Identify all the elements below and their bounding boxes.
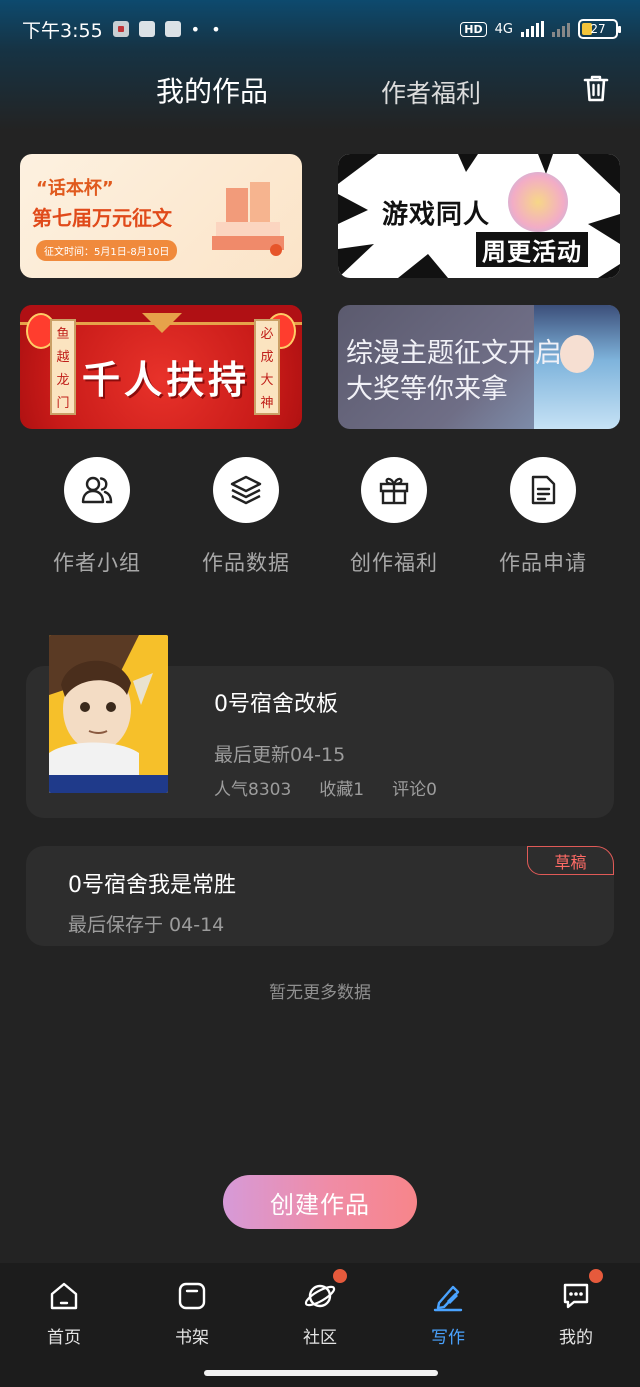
work-stats: 人气8303 收藏1 评论0 xyxy=(214,775,437,800)
quick-action-creation-benefits[interactable]: 创作福利 xyxy=(320,457,468,577)
quick-action-author-group[interactable]: 作者小组 xyxy=(23,457,171,577)
more-notifications-dots: • • xyxy=(190,19,224,39)
draft-badge: 草稿 xyxy=(554,852,587,872)
work-comments: 评论0 xyxy=(392,780,437,800)
books-illustration xyxy=(212,182,284,256)
tab-my-works[interactable]: 我的作品 xyxy=(156,70,268,110)
qa-circle[interactable] xyxy=(213,457,279,523)
banner-thousand-support[interactable]: 鱼 越 龙 门 必 成 大 神 千人扶持 xyxy=(20,305,302,429)
header: 我的作品 作者福利 xyxy=(0,62,640,114)
create-work-button[interactable]: 创建作品 xyxy=(223,1175,417,1229)
document-icon xyxy=(531,475,556,505)
app-notification-icon-2 xyxy=(164,21,181,37)
work-title: 0号宿舍改板 xyxy=(214,692,338,717)
banner-2-line2: 周更活动 xyxy=(476,232,588,267)
record-icon xyxy=(112,21,129,37)
banner-1-line1: “话本杯” xyxy=(36,178,114,199)
anime-character-illustration xyxy=(508,172,568,232)
work-favorites: 收藏1 xyxy=(319,780,365,800)
draft-last-saved: 最后保存于 04-14 xyxy=(68,914,225,936)
home-indicator[interactable] xyxy=(204,1370,438,1376)
planet-icon xyxy=(304,1284,336,1308)
quick-action-work-application[interactable]: 作品申请 xyxy=(469,457,617,577)
banner-comic-theme-contest[interactable]: 综漫主题征文开启 大奖等你来拿 xyxy=(338,305,620,429)
nav-bookshelf[interactable]: 书架 xyxy=(128,1279,256,1348)
nav-write[interactable]: 写作 xyxy=(384,1279,512,1348)
banner-3-title: 千人扶持 xyxy=(82,357,251,402)
community-notification-dot xyxy=(333,1269,347,1283)
left-scroll: 鱼 越 龙 门 xyxy=(50,319,76,415)
bookshelf-icon xyxy=(178,1282,206,1310)
home-icon xyxy=(50,1282,78,1310)
quick-action-work-data[interactable]: 作品数据 xyxy=(172,457,320,577)
qa-label: 作品申请 xyxy=(499,551,587,575)
qa-circle[interactable] xyxy=(361,457,427,523)
status-bar: 下午3:55 • • HD 4G 27 xyxy=(0,0,640,58)
nav-community-label: 社区 xyxy=(303,1328,337,1348)
no-more-data-text: 暂无更多数据 xyxy=(269,983,371,1003)
status-right: HD 4G 27 xyxy=(460,19,621,39)
app-notification-icon xyxy=(138,21,155,37)
nav-home[interactable]: 首页 xyxy=(0,1279,128,1348)
nav-mine[interactable]: 我的 xyxy=(512,1269,640,1348)
banner-1-line2: 第七届万元征文 xyxy=(32,206,172,230)
nav-bookshelf-label: 书架 xyxy=(175,1328,209,1348)
work-cover-image[interactable] xyxy=(49,635,168,793)
hd-icon: HD xyxy=(460,21,487,37)
banner-4-line2: 大奖等你来拿 xyxy=(346,374,508,405)
signal-icon-2 xyxy=(552,21,570,37)
nav-home-label: 首页 xyxy=(47,1328,81,1348)
gift-icon xyxy=(379,477,409,505)
banner-game-fanfic[interactable]: 游戏同人 周更活动 xyxy=(338,154,620,278)
banner-1-date-pill: 征文时间：5月1日-8月10日 xyxy=(36,240,178,261)
layers-icon xyxy=(230,475,262,505)
battery-icon: 27 xyxy=(578,19,621,39)
status-time: 下午3:55 xyxy=(22,19,103,42)
qa-label: 作品数据 xyxy=(202,551,290,575)
banner-4-line1: 综漫主题征文开启 xyxy=(346,338,562,369)
users-icon xyxy=(81,476,113,504)
banner-essay-contest[interactable]: “话本杯” 第七届万元征文 征文时间：5月1日-8月10日 xyxy=(20,154,302,278)
right-scroll: 必 成 大 神 xyxy=(254,319,280,415)
nav-write-label: 写作 xyxy=(431,1328,465,1348)
tab-author-benefits[interactable]: 作者福利 xyxy=(381,74,481,110)
qa-label: 创作福利 xyxy=(350,551,438,575)
work-last-updated: 最后更新04-15 xyxy=(214,744,346,766)
mine-notification-dot xyxy=(589,1269,603,1283)
pen-icon xyxy=(433,1285,463,1312)
anime-girl-face xyxy=(560,335,594,373)
qa-circle[interactable] xyxy=(510,457,576,523)
nav-mine-label: 我的 xyxy=(559,1328,593,1348)
signal-icon xyxy=(521,21,544,37)
network-type: 4G xyxy=(494,21,513,37)
bottom-nav: 首页 书架 社区 写作 我的 xyxy=(0,1263,640,1387)
work-popularity: 人气8303 xyxy=(214,780,292,800)
banner-2-line1: 游戏同人 xyxy=(382,200,491,230)
qa-circle[interactable] xyxy=(64,457,130,523)
trash-icon[interactable] xyxy=(580,72,612,104)
cover-illustration xyxy=(49,635,168,793)
status-left: 下午3:55 • • xyxy=(22,16,224,43)
chat-bubble-icon xyxy=(563,1283,589,1309)
nav-community[interactable]: 社区 xyxy=(256,1269,384,1348)
qa-label: 作者小组 xyxy=(53,551,141,575)
draft-title: 0号宿舍我是常胜 xyxy=(68,873,236,898)
